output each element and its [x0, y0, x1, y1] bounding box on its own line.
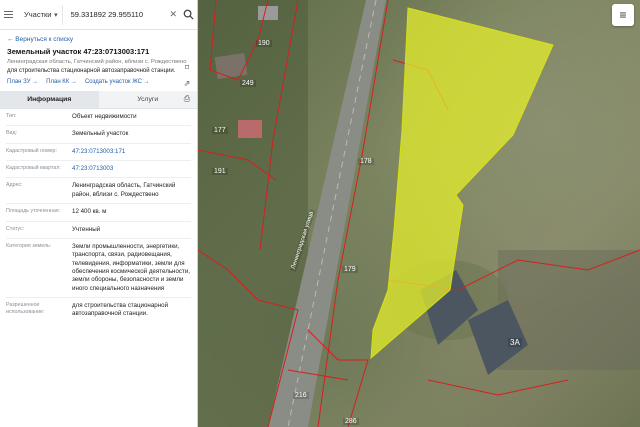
property-value: Земельный участок — [72, 130, 129, 138]
parcel-use: для строительства стационарной автозапра… — [7, 68, 176, 74]
bookmark-icon[interactable]: ⌑ — [182, 62, 192, 72]
parcel-actions: ⌑ ⇗ ⎙ — [182, 62, 192, 104]
property-key: Разрешенное использование: — [6, 302, 45, 315]
map-layers-button[interactable]: ≡ — [612, 4, 634, 26]
print-icon[interactable]: ⎙ — [182, 94, 192, 104]
property-key: Вид: — [6, 130, 18, 137]
property-row: Статус: Учтенный — [6, 222, 191, 239]
property-list: Тип: Объект недвижимости Вид: Земельный … — [0, 109, 197, 323]
plan-kk-link[interactable]: План КК → — [46, 79, 77, 85]
property-value: Учтенный — [72, 225, 101, 233]
property-value: 12 400 кв. м — [72, 208, 107, 216]
search-input[interactable] — [61, 4, 168, 25]
property-row: Кадастровый номер: 47:23:0713003:171 — [6, 144, 191, 162]
property-row: Кадастровый квартал: 47:23:0713003 — [6, 161, 191, 179]
plan-zu-link[interactable]: План ЗУ → — [7, 79, 38, 85]
property-row: Категория земель: Земли промышленности, … — [6, 239, 191, 299]
property-value: для строительства стационарной автозапра… — [72, 302, 169, 318]
map-parcel-label: 3А — [508, 338, 522, 347]
property-key: Адрес: — [6, 182, 23, 189]
map-view[interactable]: 190 249 177 191 179 3А 216 286 178 Ленин… — [198, 0, 640, 427]
share-icon[interactable]: ⇗ — [182, 78, 192, 88]
property-value: Ленинградская область, Гатчинский район,… — [72, 182, 176, 198]
search-category-select[interactable]: Участки ▾ — [18, 10, 62, 19]
map-parcel-label: 249 — [240, 80, 256, 87]
layers-icon: ≡ — [619, 8, 627, 22]
back-to-list-link[interactable]: ← Вернуться к списку — [0, 30, 197, 47]
sidebar-panel: Участки ▾ ✕ ← Вернуться к списку Земельн… — [0, 0, 198, 427]
search-icon — [183, 9, 194, 20]
search-button[interactable] — [179, 9, 197, 20]
property-row: Разрешенное использование: для строитель… — [6, 298, 191, 323]
tab-information[interactable]: Информация — [0, 91, 99, 108]
property-key: Категория земель: — [6, 242, 52, 249]
property-key: Статус: — [6, 225, 25, 232]
map-parcel-label: 179 — [342, 266, 358, 273]
search-bar: Участки ▾ ✕ — [0, 0, 197, 30]
chevron-down-icon: ▾ — [54, 11, 58, 19]
property-key: Тип: — [6, 113, 17, 119]
map-parcel-label: 178 — [358, 158, 374, 165]
map-parcel-label: 190 — [256, 40, 272, 47]
create-zu-link[interactable]: Создать участок ЖС → — [85, 79, 150, 85]
property-row: Площадь уточненная: 12 400 кв. м — [6, 204, 191, 222]
property-value: Объект недвижимости — [72, 113, 137, 120]
property-row: Тип: Объект недвижимости — [6, 109, 191, 127]
search-category-label: Участки — [23, 10, 52, 19]
map-parcel-label: 286 — [343, 418, 359, 425]
cadastral-number-link[interactable]: 47:23:0713003:171 — [72, 148, 191, 156]
property-key: Кадастровый номер: — [6, 147, 57, 154]
property-value: Земли промышленности, энергетики, трансп… — [72, 242, 191, 292]
menu-icon[interactable] — [0, 11, 18, 18]
parcel-links: План ЗУ → План КК → Создать участок ЖС → — [0, 74, 197, 89]
info-tabs: Информация Услуги — [0, 91, 197, 109]
map-parcel-label: 177 — [212, 127, 228, 134]
parcel-title: Земельный участок 47:23:0713003:171 — [7, 47, 150, 56]
map-parcel-label: 191 — [212, 168, 228, 175]
cadastral-quarter-link[interactable]: 47:23:0713003 — [72, 165, 191, 173]
clear-icon[interactable]: ✕ — [168, 9, 179, 20]
property-row: Адрес: Ленинградская область, Гатчинский… — [6, 178, 191, 205]
property-row: Вид: Земельный участок — [6, 126, 191, 144]
map-parcel-label: 216 — [293, 392, 309, 399]
map-canvas[interactable] — [198, 0, 640, 427]
property-key: Площадь уточненная: — [6, 208, 61, 215]
parcel-address-short: Ленинградская область, Гатчинский район,… — [7, 59, 187, 65]
property-key: Кадастровый квартал: — [6, 165, 61, 172]
